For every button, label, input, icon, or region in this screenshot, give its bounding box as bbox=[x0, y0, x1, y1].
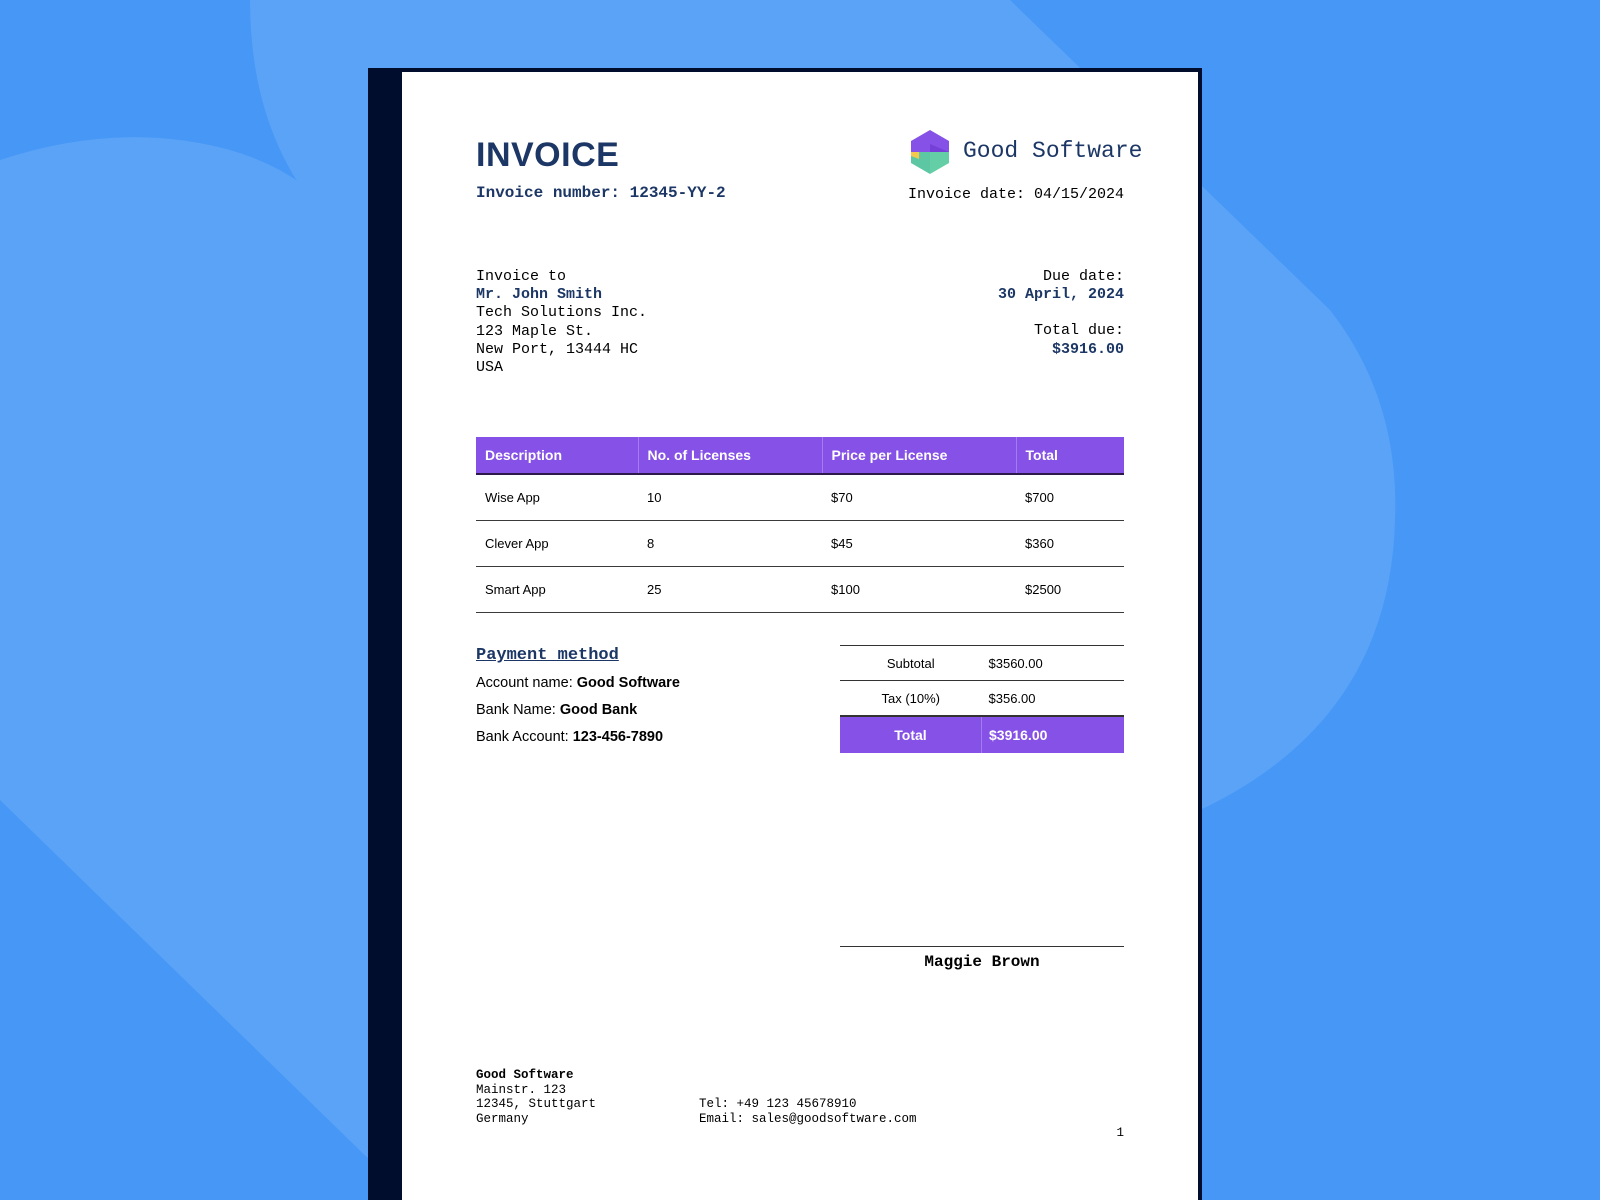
due-date-value: 30 April, 2024 bbox=[997, 286, 1124, 304]
table-cell: Wise App bbox=[476, 474, 638, 521]
footer-city: 12345, Stuttgart bbox=[476, 1097, 597, 1111]
total-label: Total bbox=[840, 715, 982, 753]
table-cell: 8 bbox=[638, 520, 822, 567]
customer-street: 123 Maple St. bbox=[476, 322, 594, 340]
table-cell: $70 bbox=[822, 474, 1016, 521]
footer-country: Germany bbox=[476, 1111, 529, 1126]
totals-table: Subtotal $3560.00 Tax (10%) $356.00 Tota… bbox=[840, 645, 1124, 753]
bank-name-label: Bank Name: bbox=[476, 702, 556, 718]
bill-to-block: Invoice to Mr. John Smith Tech Solutions… bbox=[476, 268, 647, 377]
invoice-title: INVOICE bbox=[476, 136, 620, 174]
subtotal-value: $3560.00 bbox=[981, 645, 1124, 681]
bill-to-label: Invoice to bbox=[476, 268, 567, 285]
bank-name-value: Good Bank bbox=[559, 702, 638, 718]
table-cell: $100 bbox=[822, 566, 1016, 613]
table-cell: 25 bbox=[638, 566, 822, 613]
table-cell: $45 bbox=[822, 520, 1016, 567]
column-header: Price per License bbox=[822, 437, 1017, 475]
table-cell: Smart App bbox=[476, 566, 638, 613]
column-header: Description bbox=[476, 437, 639, 475]
account-name-value: Good Software bbox=[576, 675, 680, 691]
customer-city: New Port, 13444 HC bbox=[476, 340, 639, 358]
table-cell: $700 bbox=[1016, 474, 1124, 521]
signature-line bbox=[840, 946, 1124, 947]
tax-row: Tax (10%) $356.00 bbox=[840, 680, 1124, 716]
subtotal-row: Subtotal $3560.00 bbox=[840, 645, 1124, 681]
footer-address: Good Software Mainstr. 123 12345, Stuttg… bbox=[476, 1068, 596, 1126]
customer-company: Tech Solutions Inc. bbox=[476, 304, 648, 322]
footer-email: Email: sales@goodsoftware.com bbox=[699, 1111, 917, 1126]
table-cell: $2500 bbox=[1016, 566, 1124, 613]
payment-method-heading: Payment method bbox=[476, 646, 619, 665]
due-date-label: Due date: bbox=[1042, 268, 1124, 285]
table-row: Smart App 25 $100 $2500 bbox=[476, 566, 1124, 613]
bank-account-value: 123-456-7890 bbox=[572, 729, 664, 745]
total-row: Total $3916.00 bbox=[840, 715, 1124, 753]
table-header-row: Description No. of Licenses Price per Li… bbox=[476, 437, 1124, 475]
tax-label: Tax (10%) bbox=[840, 680, 982, 716]
table-cell: $360 bbox=[1016, 520, 1124, 567]
footer-company: Good Software bbox=[476, 1068, 574, 1082]
bank-account-row: Bank Account: 123-456-7890 bbox=[476, 729, 663, 745]
brand-name: Good Software bbox=[963, 138, 1143, 164]
column-header: Total bbox=[1016, 437, 1124, 475]
signer-name: Maggie Brown bbox=[924, 953, 1040, 971]
account-name-label: Account name: bbox=[476, 675, 573, 691]
table-cell: Clever App bbox=[476, 520, 638, 567]
column-header: No. of Licenses bbox=[638, 437, 823, 475]
total-value: $3916.00 bbox=[981, 715, 1124, 753]
footer-contact: Tel: +49 123 45678910 Email: sales@goods… bbox=[699, 1097, 917, 1126]
subtotal-label: Subtotal bbox=[840, 645, 982, 681]
table-cell: 10 bbox=[638, 474, 822, 521]
footer-tel: Tel: +49 123 45678910 bbox=[699, 1097, 857, 1111]
line-items-table: Description No. of Licenses Price per Li… bbox=[476, 437, 1124, 613]
customer-country: USA bbox=[476, 359, 504, 377]
hexagon-logo-icon bbox=[911, 130, 949, 174]
account-name-row: Account name: Good Software bbox=[476, 675, 680, 691]
tax-value: $356.00 bbox=[981, 680, 1124, 716]
customer-name: Mr. John Smith bbox=[476, 286, 603, 304]
invoice-date: Invoice date: 04/15/2024 bbox=[907, 186, 1124, 203]
invoice-page: INVOICE Invoice number: 12345-YY-2 Good … bbox=[402, 72, 1198, 1200]
invoice-number: Invoice number: 12345-YY-2 bbox=[476, 184, 726, 202]
page-number: 1 bbox=[1116, 1126, 1124, 1140]
total-due-label: Total due: bbox=[1033, 322, 1124, 340]
table-row: Wise App 10 $70 $700 bbox=[476, 474, 1124, 521]
bank-account-label: Bank Account: bbox=[476, 729, 569, 745]
table-row: Clever App 8 $45 $360 bbox=[476, 520, 1124, 567]
due-block: Due date: 30 April, 2024 Total due: $391… bbox=[998, 268, 1124, 359]
footer-street: Mainstr. 123 bbox=[476, 1082, 567, 1097]
total-due-value: $3916.00 bbox=[1051, 340, 1124, 358]
bank-name-row: Bank Name: Good Bank bbox=[476, 702, 637, 718]
